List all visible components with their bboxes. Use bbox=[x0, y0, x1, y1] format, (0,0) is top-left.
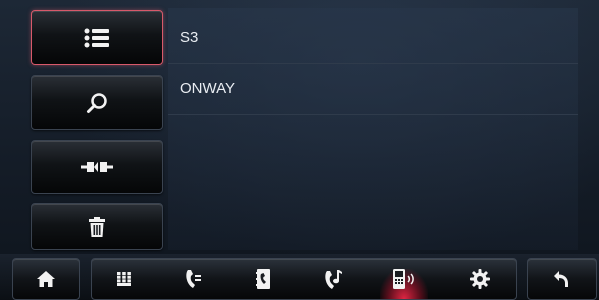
list-item[interactable]: ONWAY bbox=[168, 63, 578, 115]
search-icon bbox=[87, 92, 107, 113]
nav-device-bluetooth[interactable] bbox=[374, 259, 434, 299]
connect-device-button[interactable] bbox=[31, 140, 163, 194]
music-phone-icon bbox=[325, 270, 342, 289]
call-log-icon bbox=[186, 270, 201, 288]
device-list-button[interactable] bbox=[31, 10, 163, 65]
device-bluetooth-icon bbox=[393, 269, 414, 289]
trash-icon bbox=[89, 216, 105, 237]
back-button[interactable] bbox=[527, 258, 597, 300]
nav-dialpad[interactable] bbox=[94, 259, 154, 299]
settings-icon bbox=[470, 269, 490, 289]
home-icon bbox=[37, 271, 55, 287]
bluetooth-device-screen: S3 ONWAY bbox=[0, 0, 599, 300]
device-name: S3 bbox=[180, 29, 199, 46]
nav-call-log[interactable] bbox=[164, 259, 224, 299]
home-button[interactable] bbox=[12, 258, 80, 300]
connect-icon bbox=[81, 162, 113, 172]
nav-contacts[interactable] bbox=[234, 259, 294, 299]
search-devices-button[interactable] bbox=[31, 75, 163, 130]
list-item[interactable]: S3 bbox=[168, 12, 578, 64]
delete-device-button[interactable] bbox=[31, 203, 163, 250]
back-icon bbox=[554, 271, 568, 287]
device-name: ONWAY bbox=[180, 80, 235, 97]
device-list: S3 ONWAY bbox=[168, 8, 578, 250]
nav-settings[interactable] bbox=[450, 259, 510, 299]
list-icon bbox=[84, 28, 109, 47]
bottom-nav bbox=[91, 258, 517, 300]
nav-music-phone[interactable] bbox=[304, 259, 364, 299]
dialpad-icon bbox=[117, 272, 131, 286]
contacts-icon bbox=[256, 269, 270, 289]
